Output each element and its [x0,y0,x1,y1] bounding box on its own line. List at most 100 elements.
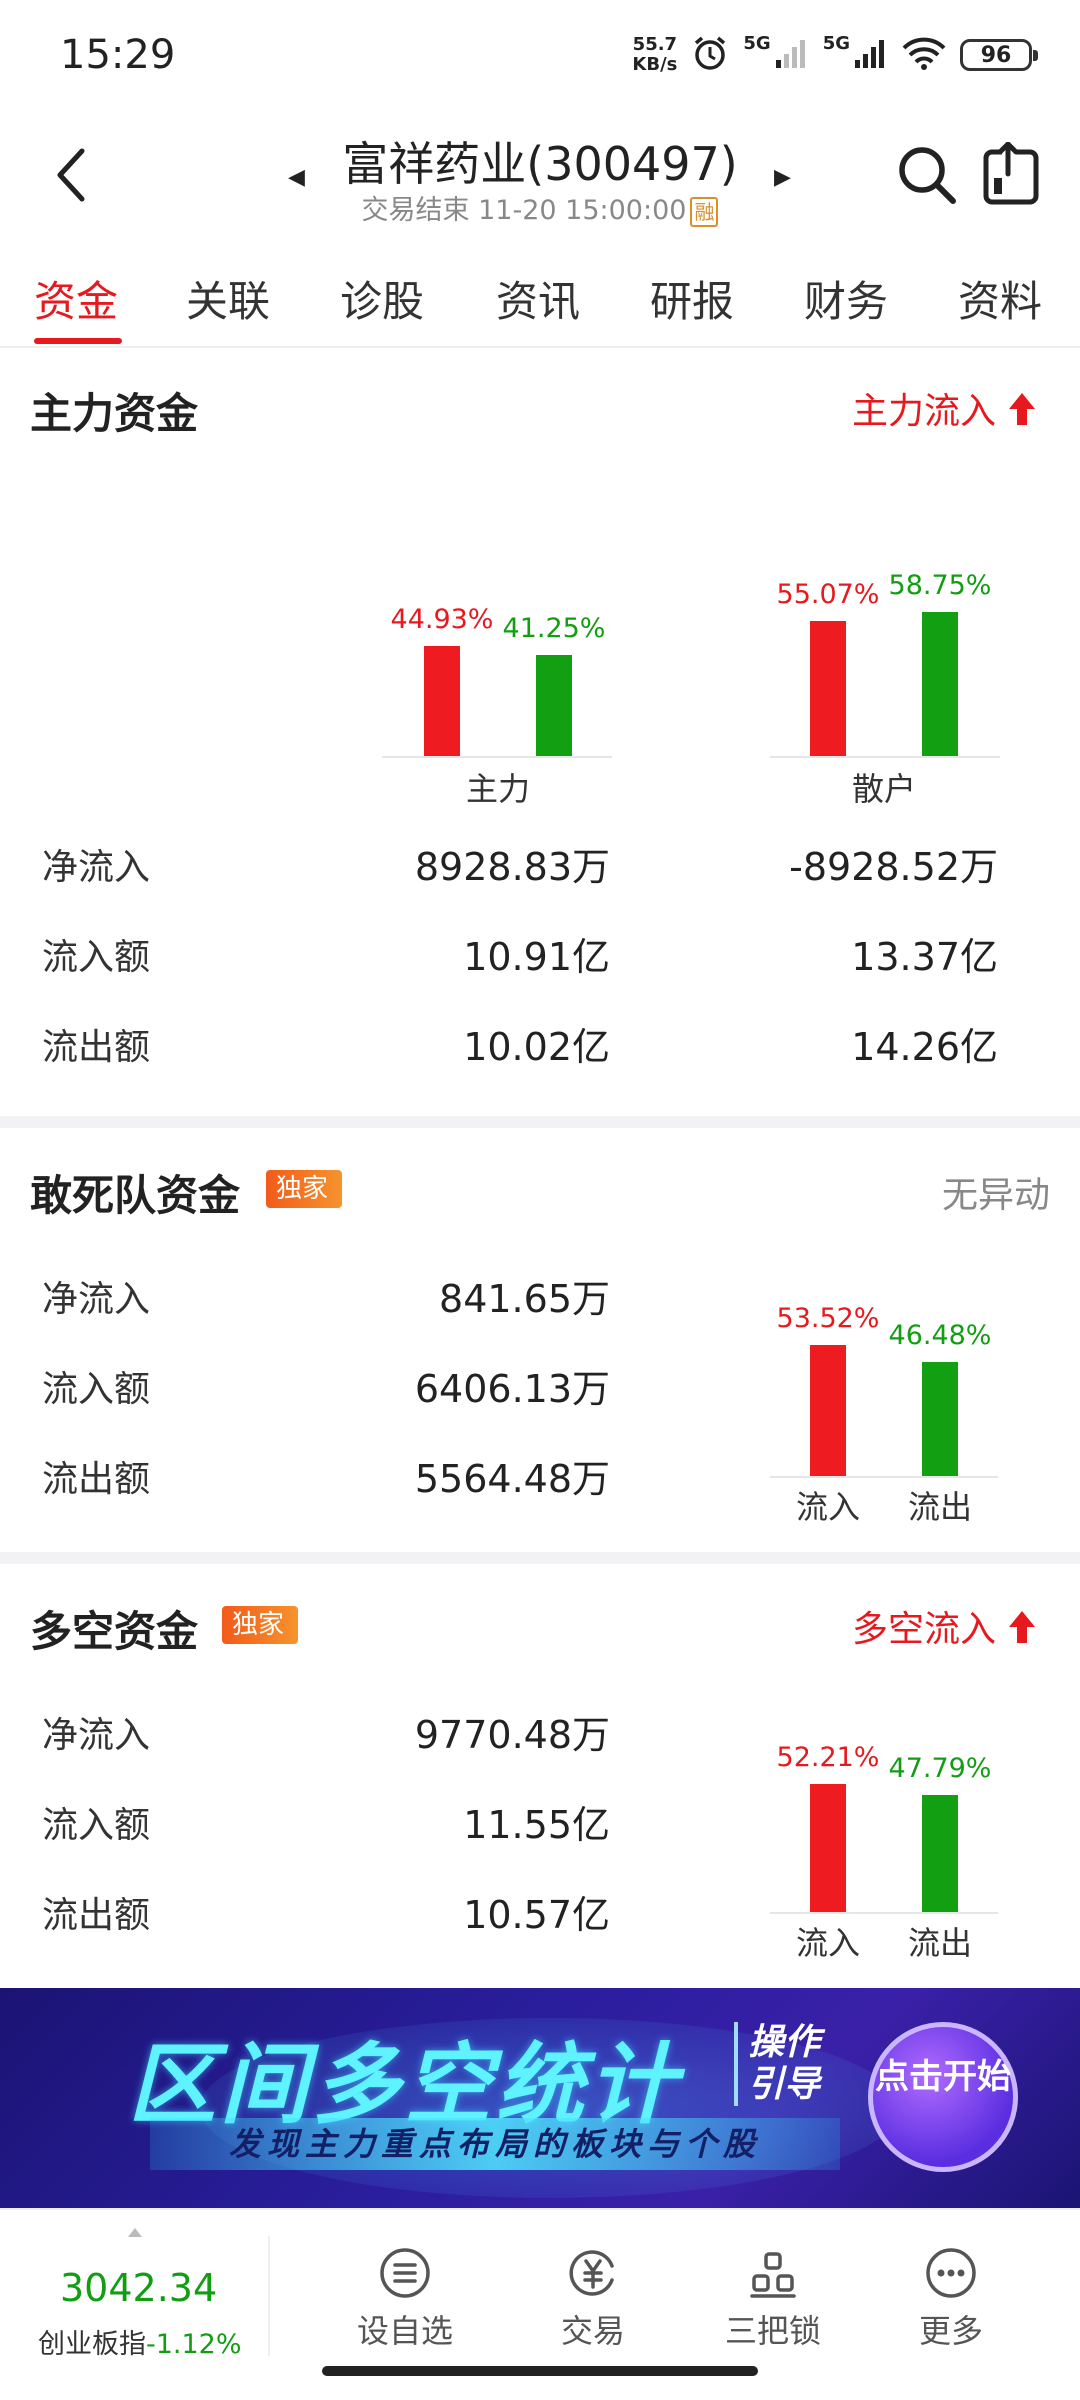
list-icon [380,2248,430,2298]
retail-outflow-pct: 58.75% [888,570,992,601]
tab-profile[interactable]: 资料 [958,268,1042,329]
tab-diagnosis[interactable]: 诊股 [340,268,424,329]
inflow-amount-label: 流入额 [42,1369,151,1410]
outflow-caption: 流出 [907,1924,972,1962]
yuan-icon [569,2250,614,2296]
long-short-title: 多空资金 [30,1607,199,1656]
tab-news[interactable]: 资讯 [496,268,580,329]
promo-banner[interactable]: 区间多空统计 操作引导 发现主力重点布局的板块与个股 点击开始 [0,1988,1080,2208]
status-time: 15:29 [60,32,176,78]
outflow-amount-label: 流出额 [42,1459,151,1500]
main-inflow-amount: 10.91亿 [463,935,610,979]
more-button[interactable]: 更多 [876,2246,1026,2352]
main-outflow-amount: 10.02亿 [463,1025,610,1069]
ls-outflow-bar [922,1795,958,1912]
index-name[interactable]: 创业板指-1.12% [38,2322,242,2361]
add-watchlist-button[interactable]: 设自选 [330,2246,480,2352]
next-stock-icon[interactable]: ▶ [774,165,791,190]
search-button[interactable] [894,142,960,208]
stock-header: ◀ 富祥药业(300497) ▶ 交易结束 11-20 15:00:00 融 [0,110,1080,250]
arrow-up-icon [1009,393,1036,425]
tab-finance[interactable]: 财务 [804,268,888,329]
index-value[interactable]: 3042.34 [60,2266,217,2310]
retail-inflow-bar [810,621,846,756]
main-net-inflow: 8928.83万 [414,845,610,889]
dare-outflow-bar [922,1362,958,1476]
banner-subtitle: 发现主力重点布局的板块与个股 [150,2118,840,2170]
tab-related[interactable]: 关联 [186,268,270,329]
long-short-status[interactable]: 多空流入 [852,1600,1037,1652]
net-inflow-label: 净流入 [42,847,151,888]
dare-inflow-bar [810,1345,846,1476]
battery-icon: 96 [960,39,1038,71]
inflow-caption: 流入 [795,1924,860,1962]
retail-net-inflow: -8928.52万 [789,845,998,889]
status-bar: 15:29 55.7 KB/s 5G 5G 96 [0,0,1080,110]
main-inflow-bar [424,646,460,756]
share-icon [983,141,1039,205]
dare-outflow-pct: 46.48% [888,1320,992,1351]
dare-capital-title: 敢死队资金 [30,1171,241,1220]
signal-icon [775,38,809,72]
home-indicator[interactable] [322,2366,758,2376]
retail-inflow-amount: 13.37亿 [851,935,998,979]
section-divider [0,1116,1080,1128]
tab-research[interactable]: 研报 [650,268,734,329]
section-divider [0,1552,1080,1564]
main-inflow-pct: 44.93% [390,604,494,635]
chart-baseline [770,1476,998,1478]
main-outflow-bar [536,655,572,756]
locks-icon [750,2252,796,2298]
retail-inflow-pct: 55.07% [776,579,880,610]
search-icon [899,147,956,204]
tab-capital[interactable]: 资金 [34,268,118,329]
dare-net-inflow: 841.65万 [439,1277,610,1321]
inflow-amount-label: 流入额 [42,937,151,978]
ls-inflow-bar [810,1784,846,1912]
main-capital-title: 主力资金 [30,389,199,438]
inflow-caption: 流入 [795,1488,860,1526]
ls-inflow-pct: 52.21% [776,1742,880,1773]
net-inflow-label: 净流入 [42,1715,151,1756]
dare-inflow-amount: 6406.13万 [414,1367,610,1411]
wifi-icon [902,36,946,74]
exclusive-badge: 独家 [266,1170,343,1208]
main-capital-status[interactable]: 主力流入 [852,382,1037,434]
exclusive-badge: 独家 [222,1606,299,1644]
three-locks-button[interactable]: 三把锁 [698,2246,848,2352]
dare-capital-status: 无异动 [941,1175,1050,1216]
more-icon [926,2248,976,2298]
retail-outflow-bar [922,612,958,756]
banner-guide: 操作引导 [734,2022,854,2106]
outflow-caption: 流出 [907,1488,972,1526]
net-speed: 55.7 KB/s [632,34,678,75]
trade-button[interactable]: 交易 [518,2246,668,2352]
share-button[interactable] [980,141,1044,208]
ls-inflow-amount: 11.55亿 [463,1803,610,1847]
ls-outflow-amount: 10.57亿 [463,1893,610,1937]
chart-baseline [770,1912,998,1914]
main-outflow-pct: 41.25% [502,613,606,644]
retail-group-label: 散户 [851,770,916,808]
banner-start-button[interactable]: 点击开始 [868,2022,1018,2172]
ls-net-inflow: 9770.48万 [414,1713,610,1757]
alarm-icon [691,34,729,76]
outflow-amount-label: 流出额 [42,1895,151,1936]
net-inflow-label: 净流入 [42,1279,151,1320]
dare-inflow-pct: 53.52% [776,1303,880,1334]
signal-icon [854,38,888,72]
ls-outflow-pct: 47.79% [888,1753,992,1784]
margin-badge: 融 [690,196,719,227]
tab-active-indicator [34,338,122,344]
divider [268,2236,270,2356]
status-icons: 55.7 KB/s 5G 5G 96 [632,30,1038,80]
expand-caret-icon[interactable] [128,2228,142,2237]
inflow-amount-label: 流入额 [42,1805,151,1846]
chart-baseline [382,756,612,758]
index-change: -1.12% [146,2329,242,2360]
main-group-label: 主力 [465,770,530,808]
arrow-up-icon [1009,1611,1036,1643]
chart-baseline [770,756,1000,758]
retail-outflow-amount: 14.26亿 [851,1025,998,1069]
tab-bar: 资金 关联 诊股 资讯 研报 财务 资料 [0,250,1080,348]
